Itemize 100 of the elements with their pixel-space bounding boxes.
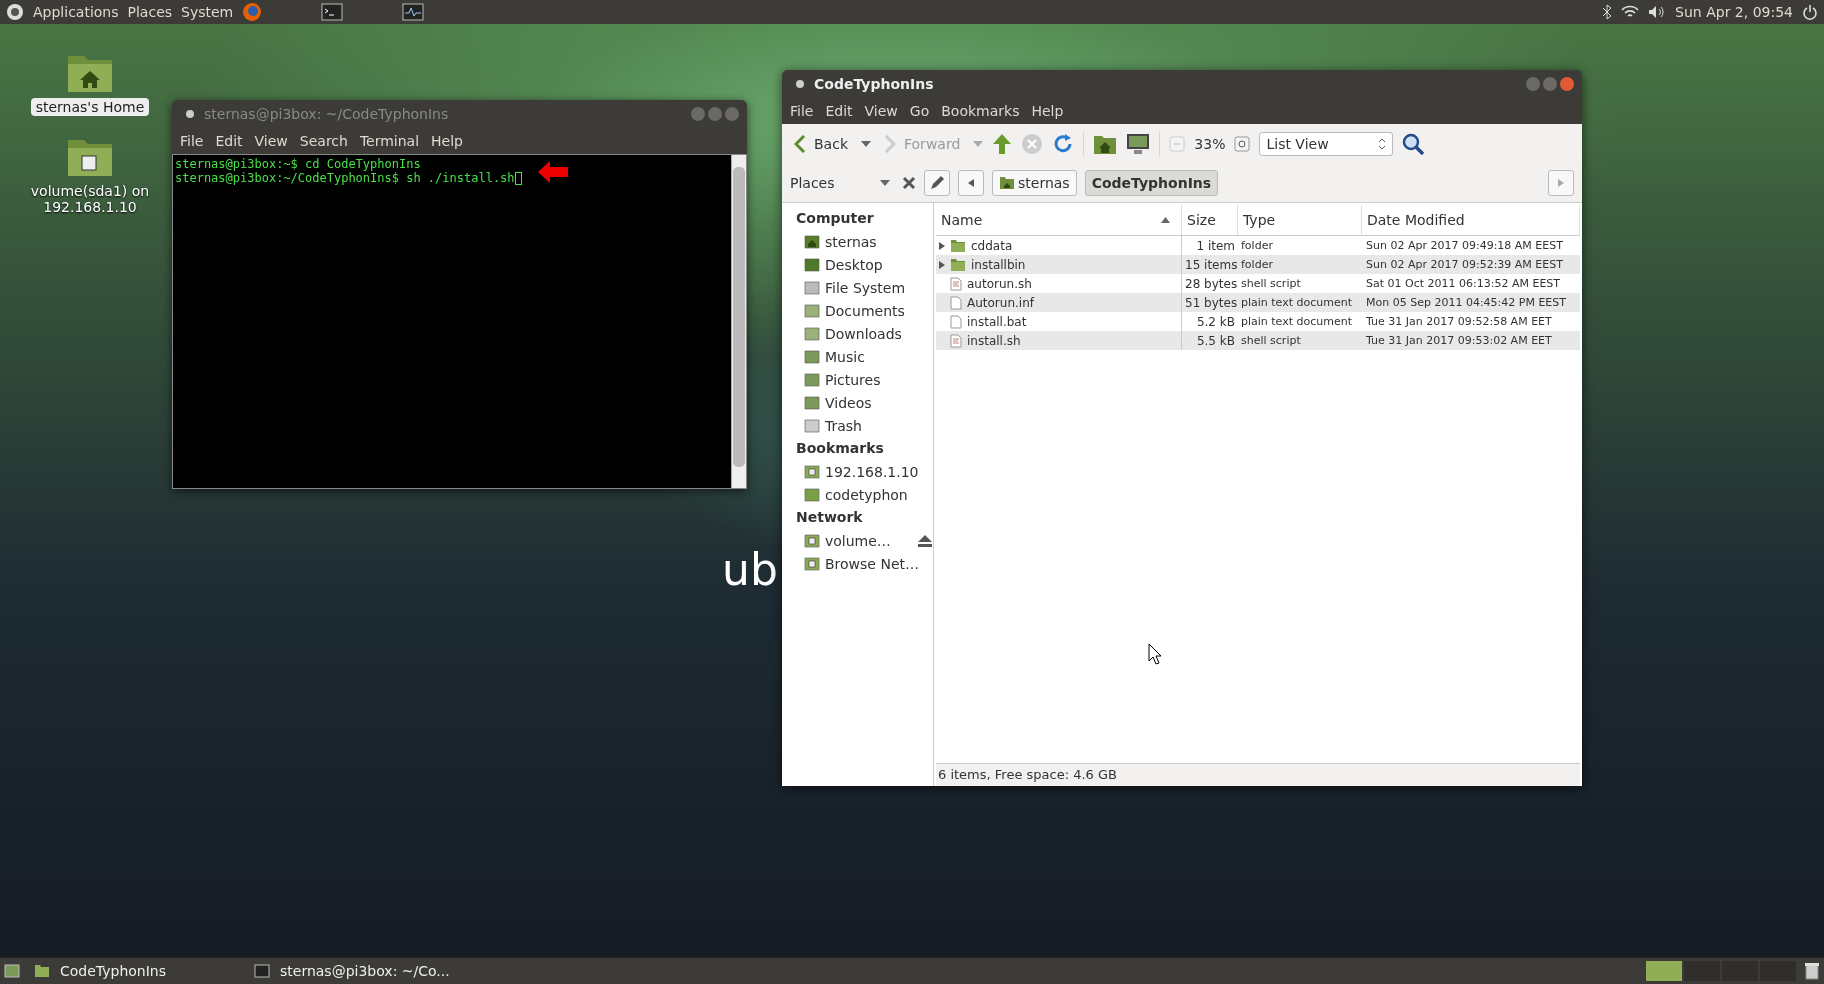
edit-location-button[interactable]: [924, 170, 950, 196]
sidebar-item[interactable]: codetyphon: [825, 486, 933, 503]
menu-item[interactable]: Terminal: [359, 133, 420, 149]
file-type: shell script: [1240, 277, 1302, 290]
panel-menu[interactable]: Applications: [33, 4, 119, 20]
sidebar-item[interactable]: Videos: [825, 394, 933, 411]
home-folder-icon[interactable]: [999, 176, 1015, 190]
sort-arrow-icon[interactable]: [1161, 217, 1170, 223]
column-header[interactable]: Type: [1238, 205, 1362, 235]
logo-icon[interactable]: [6, 3, 24, 21]
window-menu-icon[interactable]: [796, 80, 804, 88]
sidebar-item[interactable]: 192.168.1.10: [825, 463, 933, 480]
sidebar-item[interactable]: Music: [825, 348, 933, 365]
dropdown-icon[interactable]: [880, 180, 890, 186]
menu-item[interactable]: Help: [1031, 103, 1064, 119]
window-menu-icon[interactable]: [186, 110, 194, 118]
workspace-switcher[interactable]: [1646, 961, 1796, 981]
left-arrow-icon[interactable]: [968, 179, 974, 187]
terminal-icon[interactable]: [254, 964, 270, 978]
menu-item[interactable]: Search: [299, 133, 348, 149]
bluetooth-icon[interactable]: [1602, 4, 1613, 20]
sidebar-item[interactable]: Browse Net…: [825, 555, 933, 572]
column-header[interactable]: Date Modified: [1362, 205, 1580, 235]
eject-icon[interactable]: [917, 533, 933, 548]
menu-item[interactable]: Help: [431, 133, 463, 149]
wifi-icon[interactable]: [1621, 5, 1640, 19]
pencil-icon[interactable]: [929, 175, 945, 191]
clock[interactable]: Sun Apr 2, 09:54: [1675, 4, 1793, 20]
computer-icon[interactable]: [1126, 133, 1151, 155]
file-name[interactable]: install.sh: [967, 333, 1021, 348]
sidebar-item[interactable]: Downloads: [825, 325, 933, 342]
file-name[interactable]: Autorun.inf: [967, 295, 1034, 310]
taskbar-button[interactable]: CodeTyphonIns: [28, 960, 240, 982]
path-button[interactable]: CodeTyphonIns: [1084, 170, 1219, 196]
script-file-icon: [950, 276, 962, 291]
menu-item[interactable]: View: [864, 103, 898, 119]
panel-menu[interactable]: System: [181, 4, 234, 20]
close-button[interactable]: [1560, 77, 1574, 91]
expander-icon[interactable]: [939, 241, 945, 250]
menu-item[interactable]: File: [790, 103, 814, 119]
sidebar-item[interactable]: Documents: [825, 302, 933, 319]
sidebar-item[interactable]: File System: [825, 279, 933, 296]
sidebar-item[interactable]: Desktop: [825, 256, 933, 273]
file-name[interactable]: install.bat: [967, 314, 1027, 329]
file-type: plain text document: [1240, 315, 1353, 328]
taskbar-button[interactable]: sternas@pi3box: ~/Co...: [248, 960, 460, 982]
previous-button[interactable]: [958, 170, 984, 196]
file-type: plain text document: [1240, 296, 1353, 309]
panel-menu[interactable]: Places: [127, 4, 173, 20]
up-arrow-icon[interactable]: [992, 133, 1013, 155]
browser-icon[interactable]: [242, 2, 263, 22]
column-header[interactable]: Name: [936, 205, 1182, 235]
file-size: 5.5 kB: [1195, 333, 1236, 348]
file-date: Sun 02 Apr 2017 09:49:18 AM EEST: [1365, 239, 1564, 252]
terminal-screen[interactable]: sternas@pi3box:~$ cd CodeTyphonIns sternas@pi3box:~/CodeTyphonIns$ sh ./install.sh: [172, 154, 747, 489]
view-dropdown[interactable]: List View: [1259, 132, 1394, 156]
file-size: 15 items: [1184, 257, 1238, 272]
desktop-icon-label[interactable]: volume(sda1) on 192.168.1.10: [20, 182, 160, 216]
desktop-icon-label[interactable]: sternas's Home: [30, 98, 150, 116]
menu-item[interactable]: View: [254, 133, 288, 149]
file-type: shell script: [1240, 334, 1302, 347]
expander-icon[interactable]: [939, 260, 945, 269]
sidebar-heading: Computer: [796, 209, 875, 228]
dropdown-icon[interactable]: [861, 141, 871, 147]
zoom-level: 33%: [1194, 136, 1226, 152]
path-button[interactable]: sternas: [992, 170, 1077, 196]
window-title: CodeTyphonIns: [814, 76, 935, 92]
file-name[interactable]: cddata: [971, 238, 1013, 253]
file-date: Sat 01 Oct 2011 06:13:52 AM EEST: [1365, 277, 1562, 290]
menu-item[interactable]: Edit: [215, 133, 243, 149]
zoom-in-icon[interactable]: [1234, 136, 1251, 152]
sidebar-item[interactable]: Trash: [825, 417, 933, 434]
terminal-icon[interactable]: [321, 3, 344, 21]
sidebar-item[interactable]: sternas: [825, 233, 933, 250]
scrollbar[interactable]: [731, 155, 746, 488]
home-folder-icon[interactable]: [1093, 133, 1118, 155]
window-title: sternas@pi3box: ~/CodeTyphonIns: [204, 106, 450, 122]
volume-icon[interactable]: [1648, 5, 1667, 19]
file-name[interactable]: installbin: [971, 257, 1026, 272]
sidebar-item[interactable]: volume…: [825, 532, 912, 549]
menu-item[interactable]: Edit: [825, 103, 853, 119]
places-dropdown[interactable]: Places: [790, 175, 894, 191]
column-header[interactable]: Size: [1182, 205, 1238, 235]
sidebar-heading: Bookmarks: [796, 439, 885, 458]
sidebar-item[interactable]: Pictures: [825, 371, 933, 388]
menu-item[interactable]: Go: [909, 103, 930, 119]
spinner-arrows-icon[interactable]: [1378, 138, 1387, 150]
system-monitor-icon[interactable]: [402, 3, 425, 21]
text-file-icon: [950, 295, 962, 310]
file-size: 28 bytes: [1184, 276, 1238, 291]
mouse-pointer-icon: [1148, 643, 1162, 665]
file-name[interactable]: autorun.sh: [967, 276, 1032, 291]
menu-item[interactable]: File: [180, 133, 204, 149]
close-icon[interactable]: [902, 176, 916, 190]
arrow-icon: [538, 161, 568, 183]
power-icon[interactable]: [1802, 4, 1818, 20]
back-button[interactable]: Back: [790, 133, 852, 155]
search-icon[interactable]: [1402, 133, 1425, 155]
menu-item[interactable]: Bookmarks: [941, 103, 1020, 119]
status-bar: 6 items, Free space: 4.6 GB: [936, 763, 1580, 786]
